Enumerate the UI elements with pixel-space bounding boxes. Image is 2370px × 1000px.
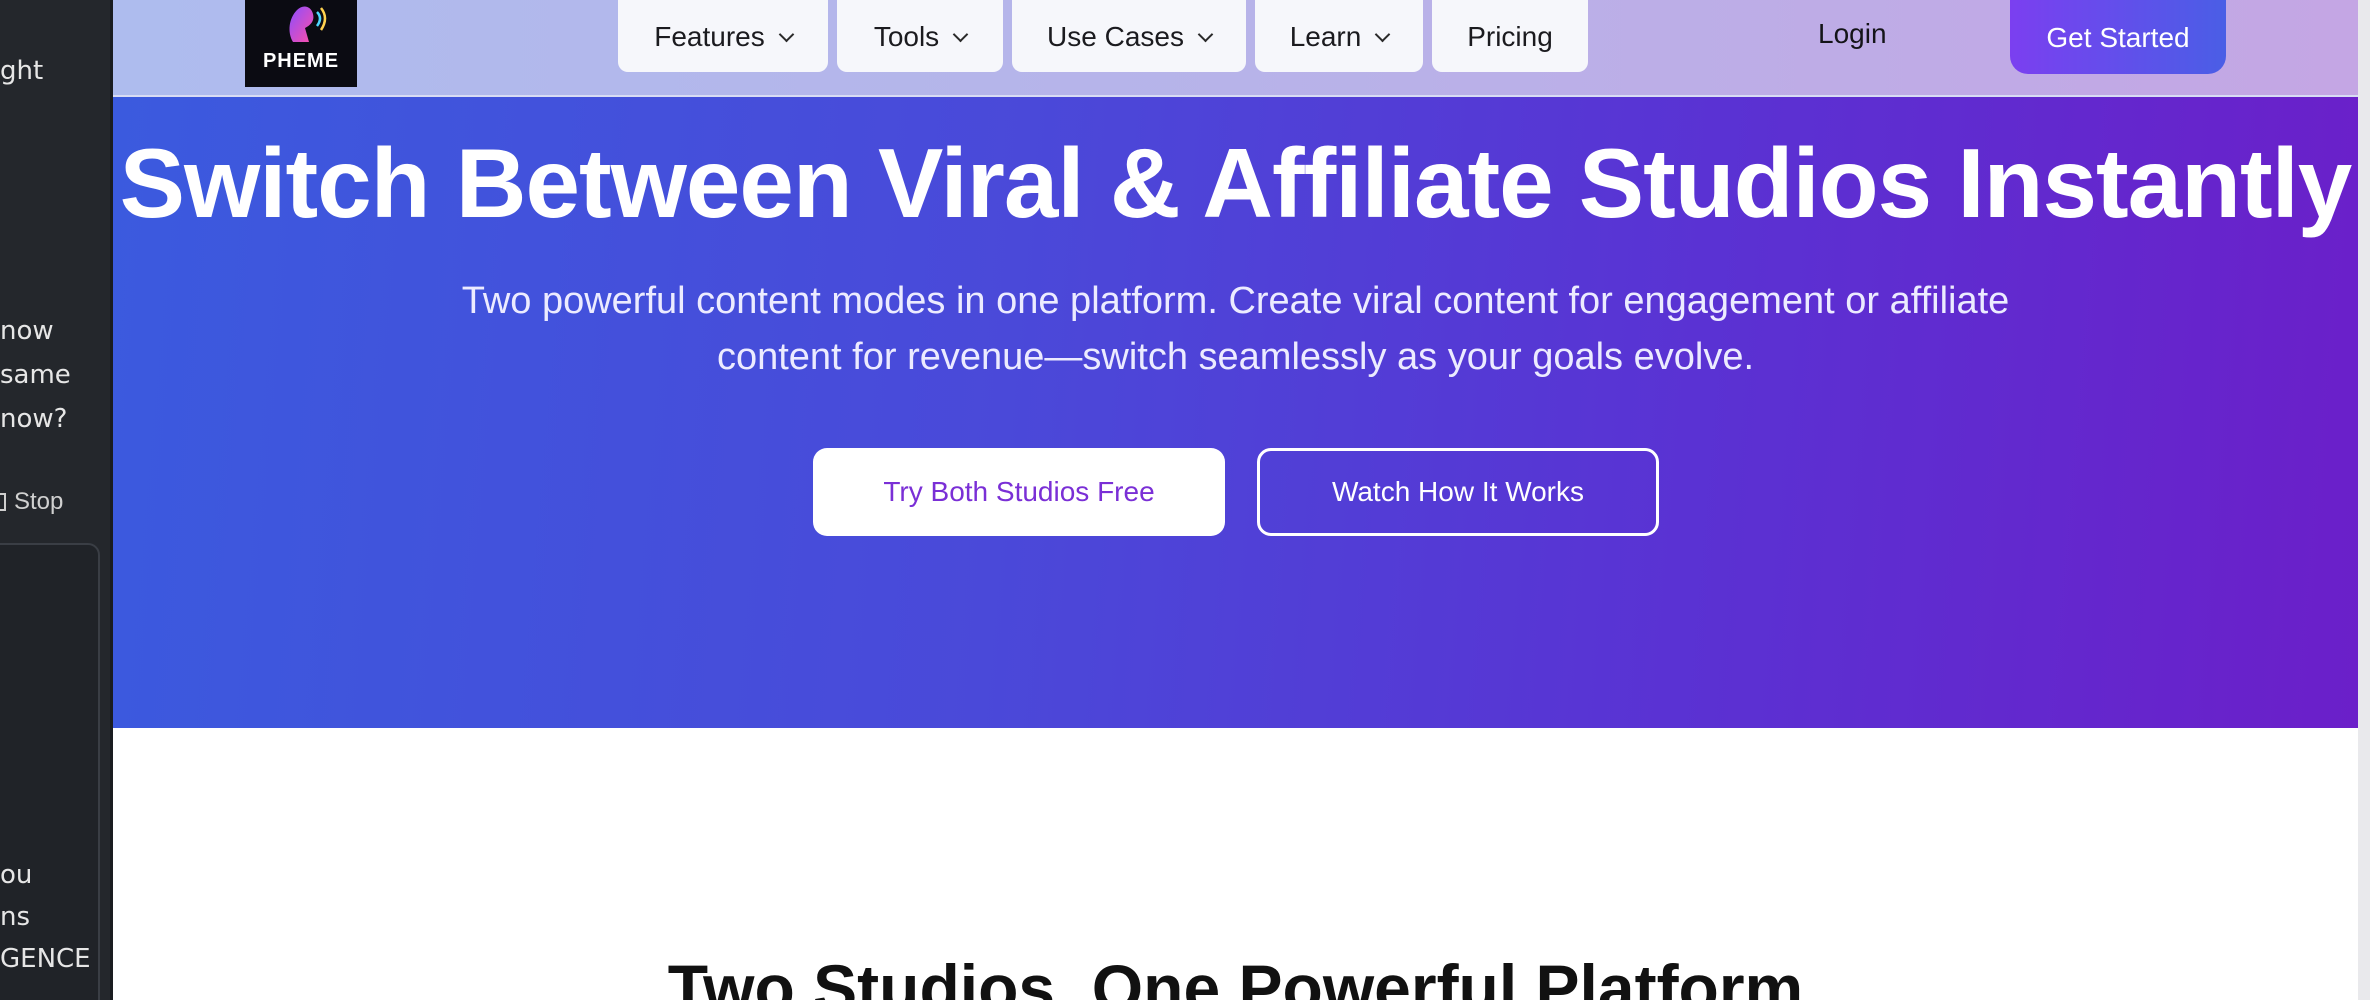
get-started-button[interactable]: Get Started xyxy=(2010,0,2226,74)
chat-text-line: now xyxy=(0,316,54,346)
chat-text-line: ns xyxy=(0,902,31,932)
nav-item-label: Features xyxy=(654,21,765,52)
chat-text-line: GENCE xyxy=(0,944,91,974)
stop-button[interactable]: Stop xyxy=(0,488,63,516)
pheme-logo[interactable]: PHEME xyxy=(245,0,357,87)
nav-item-features[interactable]: Features xyxy=(618,0,828,72)
stop-label: Stop xyxy=(14,488,64,515)
pheme-logo-icon xyxy=(289,6,327,42)
website-viewport: PHEME Features Tools Use Cases Learn Pri… xyxy=(113,0,2358,1000)
nav-item-label: Tools xyxy=(873,21,940,52)
nav-item-tools[interactable]: Tools xyxy=(837,0,1003,72)
nav-item-use-cases[interactable]: Use Cases xyxy=(1012,0,1246,72)
hero-section: Switch Between Viral & Affiliate Studios… xyxy=(113,97,2358,728)
logo-wordmark: PHEME xyxy=(262,50,340,72)
watch-how-it-works-button[interactable]: Watch How It Works xyxy=(1257,448,1659,536)
nav-item-pricing[interactable]: Pricing xyxy=(1432,0,1588,72)
section-title: Two Studios. One Powerful Platform xyxy=(667,951,1804,1000)
nav-item-learn[interactable]: Learn xyxy=(1255,0,1423,72)
chevron-down-icon xyxy=(952,26,969,42)
nav-item-label: Use Cases xyxy=(1047,21,1184,52)
stop-icon xyxy=(0,493,6,511)
chat-text-line: same xyxy=(0,360,71,390)
hero-title: Switch Between Viral & Affiliate Studios… xyxy=(119,128,2353,238)
scrollbar[interactable] xyxy=(2358,0,2370,1000)
chat-text-line: now? xyxy=(0,404,68,434)
nav-item-label: Learn xyxy=(1289,21,1362,52)
try-both-studios-button[interactable]: Try Both Studios Free xyxy=(813,448,1225,536)
chevron-down-icon xyxy=(1197,26,1214,42)
top-navbar: PHEME Features Tools Use Cases Learn Pri… xyxy=(113,0,2358,97)
chat-side-panel: ght now same now? Stop ou ns GENCE xyxy=(0,0,113,1000)
nav-item-label: Pricing xyxy=(1467,21,1553,52)
chat-text-line: ou xyxy=(0,860,33,890)
chat-text-line: ght xyxy=(0,56,44,86)
hero-subtitle: Two powerful content modes in one platfo… xyxy=(461,280,2010,378)
chevron-down-icon xyxy=(778,26,795,42)
chevron-down-icon xyxy=(1375,26,1391,42)
login-link[interactable]: Login xyxy=(1818,14,1887,54)
